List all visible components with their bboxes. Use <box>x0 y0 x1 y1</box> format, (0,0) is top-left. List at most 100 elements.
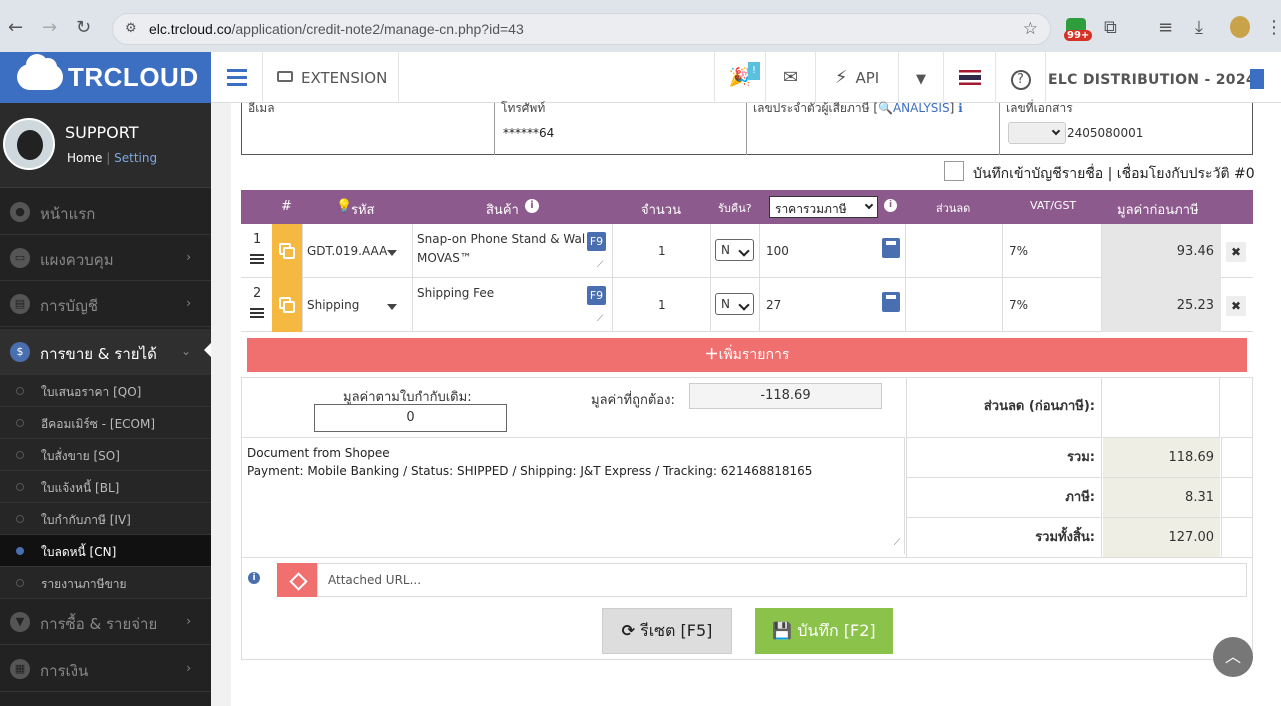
price-mode-select[interactable]: ราคารวมภาษี <box>769 196 878 218</box>
sidebar-sub-label: อีคอมเมิร์ซ - [ECOM] <box>41 417 156 431</box>
sidebar-sub-billing[interactable]: ใบแจ้งหนี้ [BL] <box>0 471 211 503</box>
resize-handle-icon[interactable]: ⟋ <box>597 314 603 324</box>
copy-row-button[interactable] <box>272 278 302 332</box>
menu-dots-icon[interactable]: ⋮ <box>1265 18 1281 38</box>
sidebar-item-finance[interactable]: ▦ การเงิน › <box>0 646 211 692</box>
phone-label: โทรศัพท์ <box>501 101 546 115</box>
phone-cell: โทรศัพท์ ******64 <box>495 101 747 155</box>
vat-value[interactable]: 7% <box>1009 244 1028 258</box>
grand-total-value: 127.00 <box>1103 517 1220 557</box>
profile-avatar-icon[interactable] <box>1230 16 1250 38</box>
sidebar-sub-label: ใบเสนอราคา [QO] <box>41 385 142 399</box>
col-product: สินค้า <box>486 203 519 218</box>
sidebar-sub-sales-tax-report[interactable]: รายงานภาษีขาย <box>0 567 211 599</box>
reload-icon[interactable]: ↻ <box>76 18 91 38</box>
bookmark-star-icon[interactable]: ☆ <box>1023 19 1038 39</box>
quantity[interactable]: 1 <box>658 298 666 312</box>
building-icon[interactable] <box>1250 69 1264 89</box>
site-info-icon[interactable]: ⚙ <box>125 21 137 36</box>
address-bar[interactable]: ⚙ elc.trcloud.co/application/credit-note… <box>112 13 1051 45</box>
original-value-input[interactable]: 0 <box>314 404 507 432</box>
drag-handle-icon[interactable] <box>250 308 264 318</box>
discount-input[interactable] <box>906 224 1003 278</box>
sidebar-sub-sales-order[interactable]: ใบสั่งขาย [SO] <box>0 439 211 471</box>
sidebar-item-label: หน้าแรก <box>40 205 96 223</box>
download-icon[interactable]: ⤓ <box>1195 18 1203 38</box>
calendar-icon: ▦ <box>10 659 30 679</box>
price-input[interactable]: 27 <box>766 298 781 312</box>
dropbox-icon[interactable] <box>277 563 317 597</box>
info-icon: ℹ <box>958 101 963 115</box>
return-select[interactable]: N <box>715 293 754 315</box>
mail-button[interactable]: ✉ <box>766 52 816 103</box>
analysis-link[interactable]: 🔍ANALYSIS <box>878 101 950 115</box>
save-button[interactable]: 💾 บันทึก [F2] <box>755 608 893 654</box>
sidebar-sub-invoice[interactable]: ใบกำกับภาษี [IV] <box>0 503 211 535</box>
sidebar-item-dashboard[interactable]: ▭ แผงควบคุม › <box>0 235 211 281</box>
attachment-url-input[interactable]: Attached URL... <box>317 563 1247 597</box>
caret-down-icon[interactable] <box>387 304 397 310</box>
chevron-right-icon: › <box>186 296 191 310</box>
resize-handle-icon[interactable]: ⟋ <box>894 534 900 552</box>
notes-textarea[interactable]: Document from Shopee Payment: Mobile Ban… <box>241 437 905 554</box>
extension-label: EXTENSION <box>301 69 388 87</box>
return-select[interactable]: N <box>715 239 754 261</box>
chevron-right-icon: › <box>186 250 191 264</box>
doc-prefix-select[interactable] <box>1008 122 1066 144</box>
tax-value: 8.31 <box>1103 477 1220 517</box>
scroll-to-top-button[interactable]: ︿ <box>1213 637 1253 677</box>
sidebar-sub-ecommerce[interactable]: อีคอมเมิร์ซ - [ECOM] <box>0 407 211 439</box>
copy-row-button[interactable] <box>272 224 302 278</box>
home-link[interactable]: Home <box>67 151 102 165</box>
forward-icon[interactable]: → <box>42 18 57 38</box>
logo[interactable]: TRCLOUD <box>0 52 211 103</box>
sidebar-item-purchases[interactable]: ▼ การซื้อ & รายจ่าย › <box>0 599 211 645</box>
price-input[interactable]: 100 <box>766 244 789 258</box>
calculator-icon[interactable] <box>882 238 900 258</box>
media-icon[interactable]: ≡ <box>1158 18 1173 38</box>
sidebar-item-accounting[interactable]: ▤ การบัญชี › <box>0 281 211 327</box>
caret-down-icon[interactable] <box>387 250 397 256</box>
notes-line: Payment: Mobile Banking / Status: SHIPPE… <box>247 464 813 478</box>
cart-icon: ▼ <box>10 612 30 632</box>
doc-number-label: เลขที่เอกสาร <box>1006 101 1073 115</box>
delete-row-icon[interactable]: ✖ <box>1226 296 1246 316</box>
add-row-button[interactable]: ＋เพิ่มรายการ <box>247 338 1247 372</box>
api-button[interactable]: ⚡ API <box>816 52 899 103</box>
setting-link[interactable]: Setting <box>114 151 157 165</box>
company-name[interactable]: ELC DISTRIBUTION - 2024 <box>1048 72 1256 88</box>
bullet-icon <box>16 515 24 523</box>
question-circle-icon: ? <box>1010 70 1031 90</box>
delete-row-icon[interactable]: ✖ <box>1226 242 1246 262</box>
avatar[interactable] <box>3 118 55 170</box>
sidebar-item-sales[interactable]: $ การขาย & รายได้ ⌄ <box>0 329 211 375</box>
announcement-button[interactable]: 🎉! <box>714 52 766 103</box>
reset-button[interactable]: ⟳ รีเซต [F5] <box>602 608 732 654</box>
top-navbar: EXTENSION 🎉! ✉ ⚡ API ▼ ? ELC DISTRIBUTION… <box>211 52 1281 103</box>
calculator-icon[interactable] <box>882 292 900 312</box>
sidebar-item-label: การบัญชี <box>40 297 99 315</box>
hamburger-menu-icon[interactable] <box>211 52 263 103</box>
sidebar-sub-credit-note[interactable]: ใบลดหนี้ [CN] <box>0 535 211 567</box>
email-label: อีเมล <box>248 101 275 115</box>
chevron-down-icon <box>1051 126 1061 136</box>
info-icon: i <box>525 199 539 213</box>
quantity[interactable]: 1 <box>658 244 666 258</box>
product-name: Shipping Fee <box>417 286 495 300</box>
f9-button[interactable]: F9 <box>587 286 606 305</box>
puzzle-icon[interactable]: ⧉ <box>1104 18 1117 38</box>
f9-button[interactable]: F9 <box>587 232 606 251</box>
help-button[interactable]: ? <box>996 52 1046 103</box>
resize-handle-icon[interactable]: ⟋ <box>597 260 603 270</box>
sidebar-sub-label: ใบลดหนี้ [CN] <box>41 545 117 559</box>
back-icon[interactable]: ← <box>8 18 23 38</box>
dropdown-toggle[interactable]: ▼ <box>899 52 944 103</box>
vat-value[interactable]: 7% <box>1009 298 1028 312</box>
bullet-icon <box>16 579 24 587</box>
sidebar-sub-quotation[interactable]: ใบเสนอราคา [QO] <box>0 375 211 407</box>
save-contact-checkbox[interactable] <box>944 161 964 181</box>
discount-input[interactable] <box>906 278 1003 332</box>
sidebar-item-home[interactable]: ● หน้าแรก <box>0 189 211 235</box>
extension-button[interactable]: EXTENSION <box>263 52 399 103</box>
language-button[interactable] <box>944 52 996 103</box>
